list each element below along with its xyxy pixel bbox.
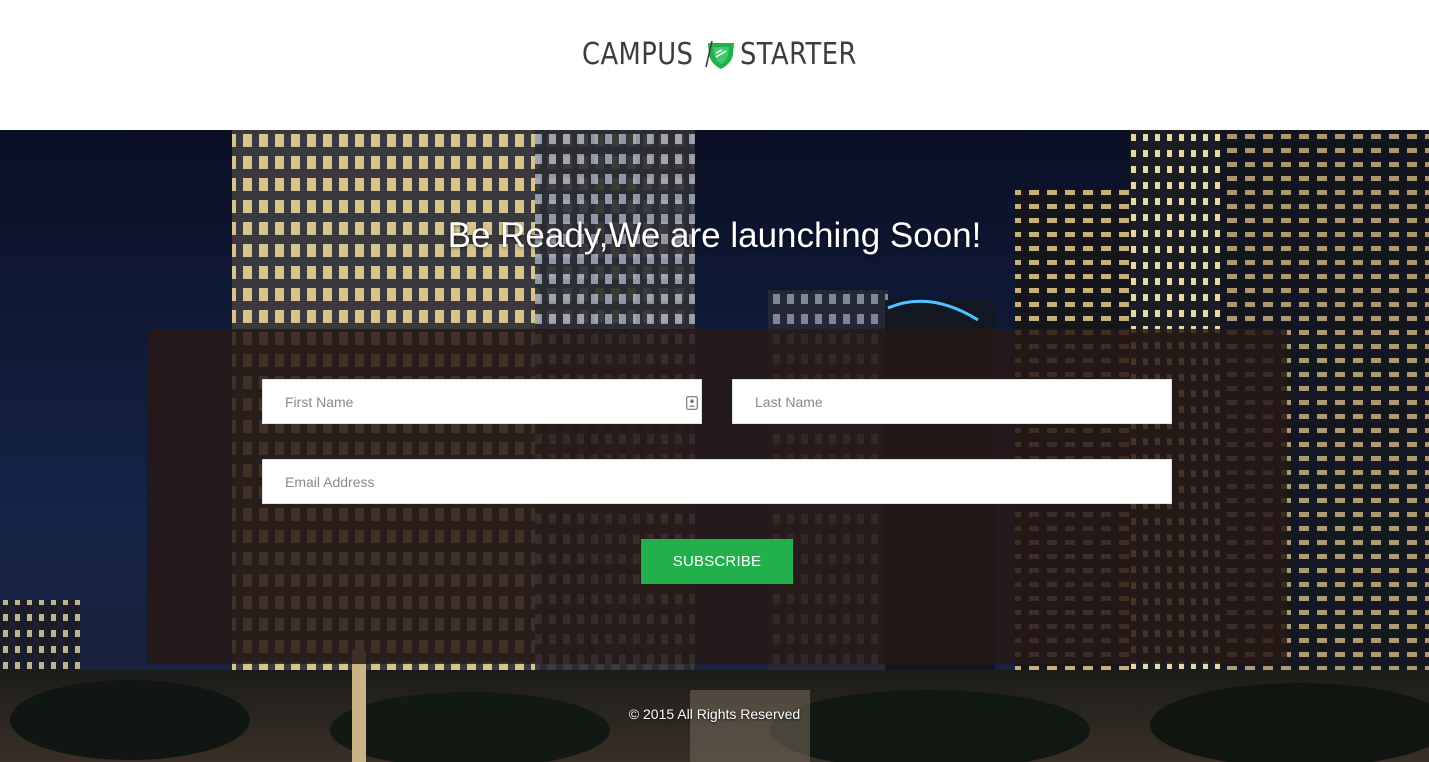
first-name-input[interactable]	[283, 392, 681, 411]
last-name-field[interactable]	[732, 379, 1172, 424]
contact-card-icon[interactable]	[686, 396, 698, 410]
subscribe-form-panel: SUBSCRIBE	[147, 329, 1287, 664]
email-input[interactable]	[283, 472, 1151, 491]
shield-icon	[705, 40, 734, 69]
subscribe-button[interactable]: SUBSCRIBE	[641, 539, 793, 584]
hero-section: Be Ready,We are launching Soon! SUBSCRIB…	[0, 130, 1429, 762]
first-name-field[interactable]	[262, 379, 702, 424]
site-header: CAMPUS STARTER	[0, 0, 1429, 130]
launch-headline: Be Ready,We are launching Soon!	[447, 216, 982, 255]
logo-text-campus: CAMPUS	[582, 36, 694, 72]
brand-logo[interactable]: CAMPUS STARTER	[582, 34, 876, 74]
email-field[interactable]	[262, 459, 1172, 504]
last-name-input[interactable]	[753, 392, 1151, 411]
logo-text-starter: STARTER	[740, 36, 857, 72]
copyright-text: © 2015 All Rights Reserved	[628, 706, 801, 722]
